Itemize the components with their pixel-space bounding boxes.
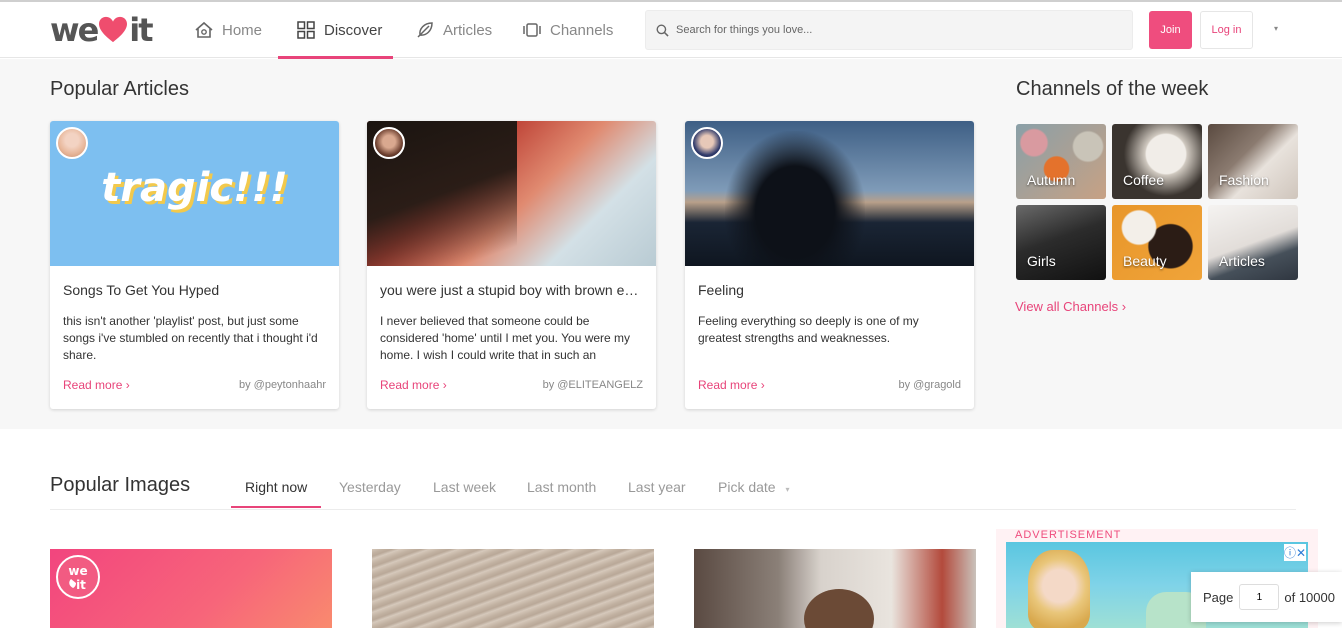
- heart-icon: [99, 16, 128, 43]
- join-button[interactable]: Join: [1149, 11, 1192, 49]
- article-card[interactable]: you were just a stupid boy with brown ey…: [367, 121, 656, 409]
- nav-articles-label: Articles: [443, 21, 493, 39]
- channel-beauty[interactable]: Beauty: [1112, 205, 1202, 280]
- image-shade: [725, 131, 865, 266]
- grid-icon: [297, 21, 315, 39]
- article-card[interactable]: Feeling Feeling everything so deeply is …: [685, 121, 974, 409]
- header: we it Home Discover Articles Channels Jo…: [0, 2, 1342, 59]
- svg-text:it: it: [76, 578, 86, 592]
- ad-close-icon[interactable]: ⓘ✕: [1283, 544, 1306, 561]
- read-more-link[interactable]: Read more ›: [380, 378, 447, 392]
- article-image[interactable]: tragic!!!: [50, 121, 339, 266]
- read-more-link[interactable]: Read more ›: [698, 378, 765, 392]
- ad-character: [1028, 550, 1090, 628]
- tab-pick-date-label: Pick date: [718, 479, 776, 495]
- tab-right-now[interactable]: Right now: [245, 479, 307, 495]
- pagination: Page of 10000: [1191, 572, 1342, 622]
- svg-text:we: we: [68, 564, 87, 578]
- article-author[interactable]: by @peytonhaahr: [239, 379, 326, 391]
- channel-label: Articles: [1219, 253, 1265, 269]
- popular-images-title: Popular Images: [50, 474, 191, 496]
- article-image-text: tragic!!!: [101, 165, 288, 211]
- nav-channels-label: Channels: [550, 21, 614, 39]
- nav-home[interactable]: Home: [194, 10, 262, 50]
- search-icon: [656, 24, 669, 37]
- tab-last-year[interactable]: Last year: [628, 479, 686, 495]
- logo-text-we: we: [50, 11, 99, 49]
- nav-discover[interactable]: Discover: [296, 10, 382, 50]
- weheartit-logo[interactable]: we it: [50, 11, 154, 49]
- article-title[interactable]: Songs To Get You Hyped: [63, 282, 325, 298]
- feather-icon: [417, 22, 433, 38]
- article-description: I never believed that someone could be c…: [380, 314, 631, 362]
- tab-last-month[interactable]: Last month: [527, 479, 596, 495]
- image-tile[interactable]: [372, 549, 654, 628]
- avatar[interactable]: [56, 127, 88, 159]
- channel-articles[interactable]: Articles: [1208, 205, 1298, 280]
- chevron-down-icon: ▾: [785, 485, 790, 494]
- channel-autumn[interactable]: Autumn: [1016, 124, 1106, 199]
- popular-articles-title: Popular Articles: [50, 78, 189, 100]
- nav-channels[interactable]: Channels: [522, 10, 613, 50]
- channel-girls[interactable]: Girls: [1016, 205, 1106, 280]
- channel-label: Girls: [1027, 253, 1056, 269]
- channel-label: Autumn: [1027, 172, 1076, 188]
- home-icon: [195, 21, 213, 38]
- image-tile[interactable]: we it: [50, 549, 332, 628]
- article-description: this isn't another 'playlist' post, but …: [63, 314, 318, 362]
- logo-text-it: it: [129, 11, 153, 49]
- pager-total: of 10000: [1284, 589, 1335, 605]
- article-description: Feeling everything so deeply is one of m…: [698, 314, 919, 345]
- read-more-link[interactable]: Read more ›: [63, 378, 130, 392]
- channel-label: Coffee: [1123, 172, 1164, 188]
- channel-label: Fashion: [1219, 172, 1269, 188]
- channels-title: Channels of the week: [1016, 78, 1209, 100]
- tab-last-week[interactable]: Last week: [433, 479, 496, 495]
- avatar[interactable]: [691, 127, 723, 159]
- nav-discover-label: Discover: [324, 21, 383, 39]
- nav-articles[interactable]: Articles: [415, 10, 492, 50]
- article-author[interactable]: by @gragold: [898, 379, 961, 391]
- tabs-divider: [50, 509, 1296, 510]
- avatar[interactable]: [373, 127, 405, 159]
- ad-label: ADVERTISEMENT: [1015, 529, 1122, 541]
- tab-pick-date[interactable]: Pick date ▾: [718, 479, 790, 495]
- nav-home-label: Home: [222, 21, 263, 39]
- article-image[interactable]: [367, 121, 656, 266]
- channel-label: Beauty: [1123, 253, 1167, 269]
- search-input[interactable]: [676, 24, 1116, 36]
- view-all-channels-link[interactable]: View all Channels ›: [1015, 299, 1126, 314]
- page-number-input[interactable]: [1239, 584, 1280, 610]
- channels-icon: [523, 23, 541, 37]
- article-title[interactable]: you were just a stupid boy with brown ey…: [380, 282, 642, 298]
- channel-fashion[interactable]: Fashion: [1208, 124, 1298, 199]
- tab-active-indicator: [231, 506, 321, 508]
- article-author[interactable]: by @ELITEANGELZ: [543, 379, 643, 391]
- article-card[interactable]: tragic!!! Songs To Get You Hyped this is…: [50, 121, 339, 409]
- login-button[interactable]: Log in: [1200, 11, 1253, 49]
- search-bar[interactable]: [645, 10, 1133, 50]
- channel-coffee[interactable]: Coffee: [1112, 124, 1202, 199]
- article-image[interactable]: [685, 121, 974, 266]
- pager-label: Page: [1203, 589, 1234, 605]
- article-title[interactable]: Feeling: [698, 282, 960, 298]
- image-tile[interactable]: [694, 549, 976, 628]
- image-shade: [804, 589, 874, 628]
- weheartit-badge-icon: we it: [56, 555, 100, 599]
- chevron-down-icon[interactable]: ▾: [1274, 24, 1278, 33]
- tab-yesterday[interactable]: Yesterday: [339, 479, 401, 495]
